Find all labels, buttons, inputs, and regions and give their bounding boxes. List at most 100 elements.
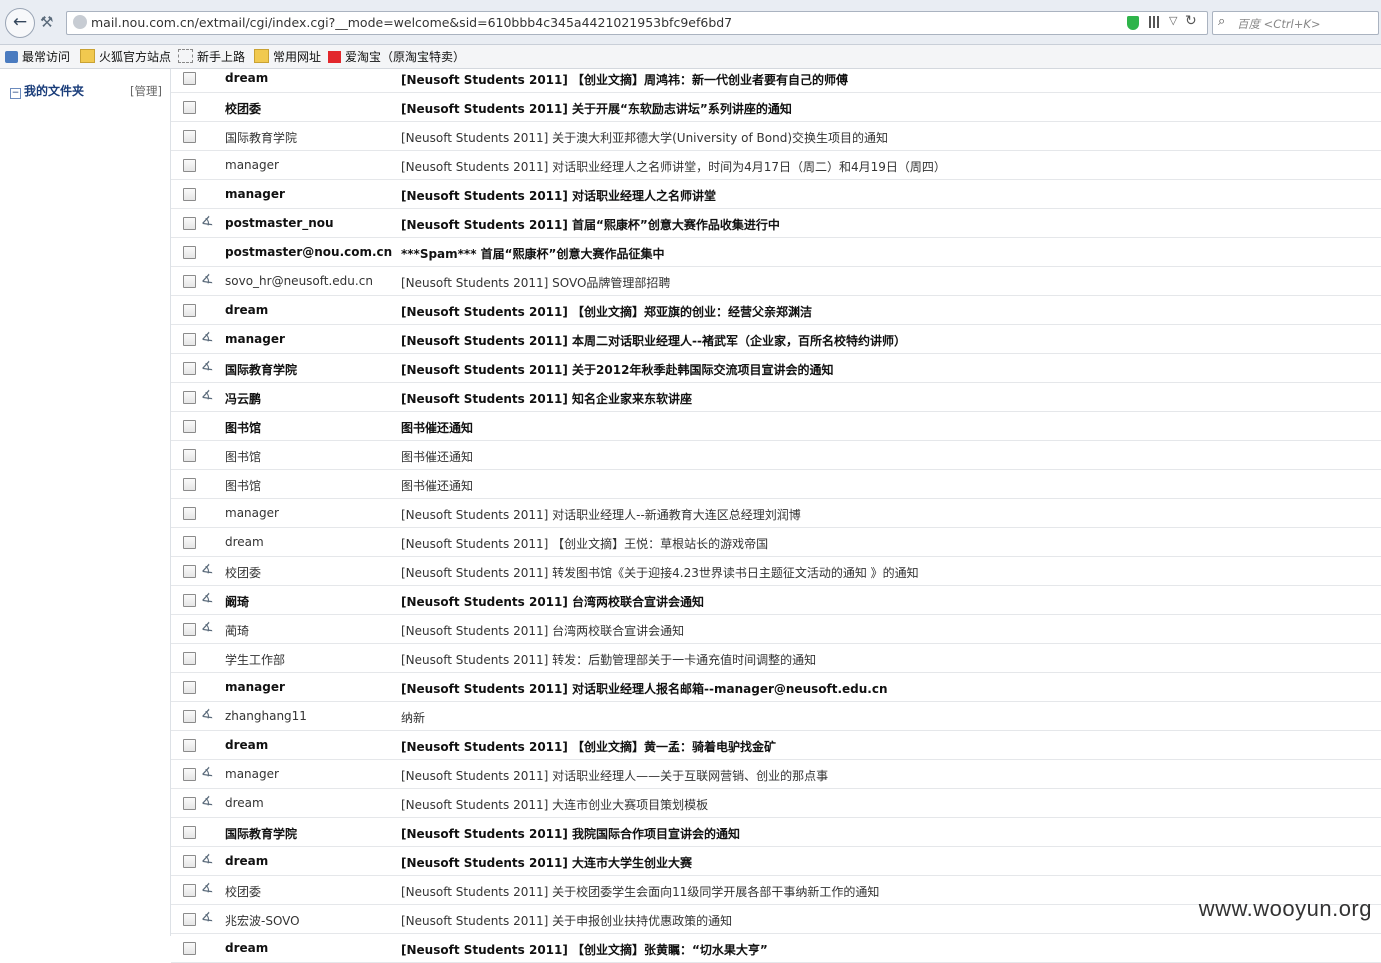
message-subject[interactable]: [Neusoft Students 2011] 台湾两校联合宣讲会通知	[401, 593, 704, 610]
select-checkbox[interactable]	[183, 304, 196, 317]
select-checkbox[interactable]	[183, 855, 196, 868]
select-checkbox[interactable]	[183, 826, 196, 839]
select-checkbox[interactable]	[183, 913, 196, 926]
select-checkbox[interactable]	[183, 391, 196, 404]
select-checkbox[interactable]	[183, 130, 196, 143]
select-checkbox[interactable]	[183, 72, 196, 85]
message-subject[interactable]: 图书催还通知	[401, 448, 473, 465]
select-checkbox[interactable]	[183, 681, 196, 694]
message-sender[interactable]: postmaster_nou	[225, 216, 334, 230]
message-subject[interactable]: [Neusoft Students 2011] 对话职业经理人之名师讲堂，时间为…	[401, 158, 946, 175]
message-row[interactable]: manager [Neusoft Students 2011] 对话职业经理人报名…	[171, 673, 1381, 702]
message-row[interactable]: manager [Neusoft Students 2011] 对话职业经理人之名…	[171, 180, 1381, 209]
select-checkbox[interactable]	[183, 507, 196, 520]
address-url[interactable]: mail.nou.com.cn/extmail/cgi/index.cgi?__…	[91, 15, 732, 30]
message-sender[interactable]: dream	[225, 738, 268, 752]
message-row[interactable]: ∢ 国际教育学院 [Neusoft Students 2011] 关于2012年秋季…	[171, 354, 1381, 383]
search-box[interactable]: ⌕ 百度 <Ctrl+K>	[1212, 11, 1379, 35]
message-sender[interactable]: dream	[225, 535, 264, 549]
manage-folders-link[interactable]: [管理]	[130, 83, 162, 99]
message-subject[interactable]: [Neusoft Students 2011] 转发图书馆《关于迎接4.23世界…	[401, 564, 919, 581]
message-subject[interactable]: [Neusoft Students 2011] 【创业文摘】郑亚旗的创业：经营父…	[401, 303, 812, 320]
message-sender[interactable]: zhanghang11	[225, 709, 307, 723]
message-subject[interactable]: [Neusoft Students 2011] SOVO品牌管理部招聘	[401, 274, 670, 291]
select-checkbox[interactable]	[183, 623, 196, 636]
message-sender[interactable]: 校团委	[225, 883, 261, 900]
reload-icon[interactable]: ↻	[1185, 13, 1197, 29]
message-subject[interactable]: [Neusoft Students 2011] 【创业文摘】王悦：草根站长的游戏…	[401, 535, 768, 552]
message-row[interactable]: 校团委 [Neusoft Students 2011] 关于开展“东软励志讲坛”系…	[171, 93, 1381, 122]
message-sender[interactable]: 图书馆	[225, 448, 261, 465]
select-checkbox[interactable]	[183, 565, 196, 578]
message-row[interactable]: manager [Neusoft Students 2011] 对话职业经理人--…	[171, 499, 1381, 528]
message-subject[interactable]: [Neusoft Students 2011] 大连市大学生创业大赛	[401, 854, 692, 871]
message-row[interactable]: ∢ dream [Neusoft Students 2011] 大连市创业大赛项目策…	[171, 789, 1381, 818]
message-sender[interactable]: dream	[225, 796, 264, 810]
my-folders-label[interactable]: 我的文件夹	[24, 84, 84, 98]
select-checkbox[interactable]	[183, 478, 196, 491]
message-row[interactable]: dream [Neusoft Students 2011] 【创业文摘】周鸿祎：新…	[171, 64, 1381, 93]
search-placeholder[interactable]: 百度 <Ctrl+K>	[1237, 16, 1321, 32]
message-sender[interactable]: 国际教育学院	[225, 361, 297, 378]
message-subject[interactable]: [Neusoft Students 2011] 【创业文摘】黄一孟：骑着电驴找金…	[401, 738, 776, 755]
select-checkbox[interactable]	[183, 536, 196, 549]
collapse-icon[interactable]: −	[10, 88, 21, 99]
message-sender[interactable]: manager	[225, 158, 279, 172]
message-sender[interactable]: dream	[225, 941, 268, 955]
message-sender[interactable]: 国际教育学院	[225, 825, 297, 842]
message-sender[interactable]: 兆宏波-SOVO	[225, 912, 300, 929]
message-row[interactable]: ∢ zhanghang11 纳新	[171, 702, 1381, 731]
message-row[interactable]: ∢ 阚琦 [Neusoft Students 2011] 台湾两校联合宣讲会通知	[171, 586, 1381, 615]
message-subject[interactable]: [Neusoft Students 2011] 知名企业家来东软讲座	[401, 390, 692, 407]
message-sender[interactable]: 图书馆	[225, 477, 261, 494]
message-subject[interactable]: [Neusoft Students 2011] 对话职业经理人--新通教育大连区…	[401, 506, 801, 523]
message-row[interactable]: 国际教育学院 [Neusoft Students 2011] 我院国际合作项目宣讲…	[171, 818, 1381, 847]
message-row[interactable]: manager [Neusoft Students 2011] 对话职业经理人之名…	[171, 151, 1381, 180]
select-checkbox[interactable]	[183, 159, 196, 172]
message-subject[interactable]: [Neusoft Students 2011] 我院国际合作项目宣讲会的通知	[401, 825, 740, 842]
message-subject[interactable]: [Neusoft Students 2011] 对话职业经理人——关于互联网营销…	[401, 767, 828, 784]
message-row[interactable]: ∢ sovo_hr@neusoft.edu.cn [Neusoft Students…	[171, 267, 1381, 296]
message-subject[interactable]: [Neusoft Students 2011] 关于开展“东软励志讲坛”系列讲座…	[401, 100, 792, 117]
select-checkbox[interactable]	[183, 797, 196, 810]
message-row[interactable]: ∢ manager [Neusoft Students 2011] 对话职业经理人—…	[171, 760, 1381, 789]
select-checkbox[interactable]	[183, 710, 196, 723]
message-sender[interactable]: dream	[225, 71, 268, 85]
message-subject[interactable]: [Neusoft Students 2011] 本周二对话职业经理人--褚武军（…	[401, 332, 906, 349]
bookmark-firefox-site[interactable]: 火狐官方站点	[80, 48, 171, 66]
back-button[interactable]: ←	[5, 8, 35, 38]
message-row[interactable]: 图书馆 图书催还通知	[171, 441, 1381, 470]
message-row[interactable]: ∢ postmaster_nou [Neusoft Students 2011] 首…	[171, 209, 1381, 238]
message-subject[interactable]: [Neusoft Students 2011] 对话职业经理人报名邮箱--man…	[401, 680, 888, 697]
message-sender[interactable]: manager	[225, 332, 285, 346]
message-subject[interactable]: [Neusoft Students 2011] 转发：后勤管理部关于一卡通充值时…	[401, 651, 816, 668]
message-row[interactable]: dream [Neusoft Students 2011] 【创业文摘】张黄瞩：“…	[171, 934, 1381, 963]
select-checkbox[interactable]	[183, 449, 196, 462]
message-subject[interactable]: [Neusoft Students 2011] 关于申报创业扶持优惠政策的通知	[401, 912, 732, 929]
message-row[interactable]: dream [Neusoft Students 2011] 【创业文摘】黄一孟：骑…	[171, 731, 1381, 760]
select-checkbox[interactable]	[183, 333, 196, 346]
message-sender[interactable]: 图书馆	[225, 419, 261, 436]
message-subject[interactable]: 纳新	[401, 709, 425, 726]
page-info-icon[interactable]: ⚒	[40, 13, 53, 31]
message-row[interactable]: dream [Neusoft Students 2011] 【创业文摘】王悦：草根…	[171, 528, 1381, 557]
message-row[interactable]: dream [Neusoft Students 2011] 【创业文摘】郑亚旗的创…	[171, 296, 1381, 325]
message-row[interactable]: 国际教育学院 [Neusoft Students 2011] 关于澳大利亚邦德大学…	[171, 122, 1381, 151]
message-row[interactable]: 图书馆 图书催还通知	[171, 412, 1381, 441]
select-checkbox[interactable]	[183, 884, 196, 897]
message-row[interactable]: ∢ manager [Neusoft Students 2011] 本周二对话职业经…	[171, 325, 1381, 354]
dropdown-icon[interactable]: ▽	[1169, 14, 1177, 27]
message-row[interactable]: postmaster@nou.com.cn ***Spam*** 首届“熙康杯”创…	[171, 238, 1381, 267]
message-row[interactable]: ∢ 蔺琦 [Neusoft Students 2011] 台湾两校联合宣讲会通知	[171, 615, 1381, 644]
message-sender[interactable]: manager	[225, 680, 285, 694]
message-row[interactable]: ∢ 校团委 [Neusoft Students 2011] 转发图书馆《关于迎接4.…	[171, 557, 1381, 586]
select-checkbox[interactable]	[183, 188, 196, 201]
message-sender[interactable]: 校团委	[225, 564, 261, 581]
message-subject[interactable]: [Neusoft Students 2011] 对话职业经理人之名师讲堂	[401, 187, 716, 204]
message-sender[interactable]: 阚琦	[225, 593, 249, 610]
select-checkbox[interactable]	[183, 420, 196, 433]
select-checkbox[interactable]	[183, 594, 196, 607]
message-row[interactable]: ∢ 冯云鹏 [Neusoft Students 2011] 知名企业家来东软讲座	[171, 383, 1381, 412]
my-folders[interactable]: − 我的文件夹	[10, 82, 84, 99]
message-row[interactable]: 图书馆 图书催还通知	[171, 470, 1381, 499]
